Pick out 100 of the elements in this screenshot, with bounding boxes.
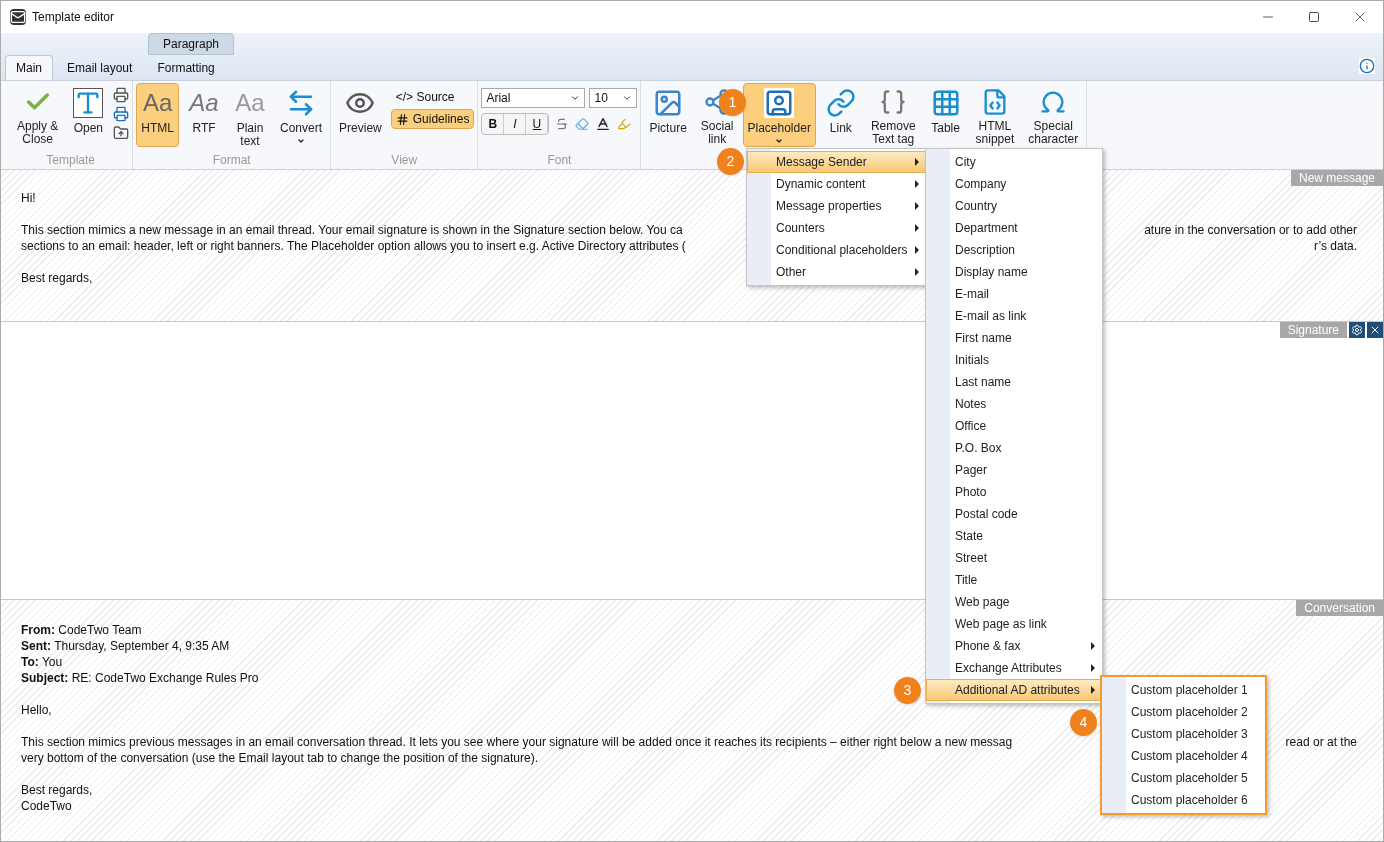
menu-item[interactable]: Exchange Attributes <box>926 657 1102 679</box>
ribbon-button[interactable]: Table <box>924 83 967 147</box>
body-text: r’s data. <box>1314 238 1357 254</box>
body-text: This section mimics previous messages in an email conversation thread. It lets you see where your signature will be added once it reaches its recipients – either right below a new messag <box>21 734 1013 750</box>
body-text: very bottom of the conversation (use the Email layout tab to change the position of the signature). <box>21 750 538 766</box>
font-select[interactable]: Arial <box>481 88 586 108</box>
menu-item[interactable]: Dynamic content <box>747 173 926 195</box>
picture-icon <box>653 88 684 118</box>
ribbon-button[interactable]: Special character <box>1023 83 1084 147</box>
view-toggle[interactable]: Guidelines <box>390 109 475 129</box>
window-title: Template editor <box>32 9 115 26</box>
body-text: ature in the conversation or to add other <box>1144 222 1357 238</box>
tab[interactable]: Email layout <box>56 55 144 80</box>
menu-item[interactable]: Postal code <box>926 503 1102 525</box>
tab[interactable]: Main <box>5 55 53 80</box>
group-label: Font <box>546 152 573 169</box>
menu-item[interactable]: P.O. Box <box>926 437 1102 459</box>
close-icon[interactable] <box>1367 322 1383 338</box>
menu-item[interactable]: Pager <box>926 459 1102 481</box>
menu-item[interactable]: E-mail <box>926 283 1102 305</box>
body-text: sections to an email: header, left or right banners. The Placeholder option allows you to insert e.g. Active Directory attributes ( <box>21 238 686 254</box>
ribbon-button[interactable]: Apply & Close <box>12 83 64 147</box>
menu-item[interactable]: Conditional placeholders <box>747 239 926 261</box>
menu-item[interactable]: Custom placeholder 4 <box>1102 745 1265 767</box>
menu-item[interactable]: Phone & fax <box>926 635 1102 657</box>
ribbon-button[interactable]: Placeholder <box>742 83 816 147</box>
menu-item[interactable]: Last name <box>926 371 1102 393</box>
format-glyph: Aa <box>189 88 219 118</box>
format-glyph: Aa <box>143 88 173 118</box>
app-icon <box>10 9 26 25</box>
body-text: Hello, <box>21 702 52 718</box>
menu-item[interactable]: Notes <box>926 393 1102 415</box>
menu-item[interactable]: Custom placeholder 5 <box>1102 767 1265 789</box>
menu-item[interactable]: Message Sender <box>747 151 926 173</box>
menu-item[interactable]: Custom placeholder 6 <box>1102 789 1265 811</box>
ribbon-button[interactable]: Remove Text tag <box>865 83 921 147</box>
menu-item[interactable]: Custom placeholder 2 <box>1102 701 1265 723</box>
header-line: To: You <box>21 654 63 670</box>
header-line: Subject: RE: CodeTwo Exchange Rules Pro <box>21 670 259 686</box>
document-icon <box>73 88 104 118</box>
ribbon-button[interactable]: Convert <box>275 83 328 147</box>
group-label: Format <box>211 152 252 169</box>
menu-item[interactable]: Office <box>926 415 1102 437</box>
body-text: Best regards, <box>21 782 93 798</box>
grid-icon <box>395 112 409 126</box>
ribbon-button[interactable]: Aa Plain text <box>229 83 272 147</box>
menu-item[interactable]: Initials <box>926 349 1102 371</box>
format-button[interactable]: U <box>526 114 549 134</box>
header-line: Sent: Thursday, September 4, 9:35 AM <box>21 638 230 654</box>
menu-item[interactable]: Message properties <box>747 195 926 217</box>
caret-icon <box>570 93 581 103</box>
person-card-icon <box>764 88 795 118</box>
menu-item[interactable]: Web page <box>926 591 1102 613</box>
strikethrough-icon[interactable] <box>555 117 570 131</box>
format-button[interactable]: B <box>482 114 505 134</box>
menu-item[interactable]: E-mail as link <box>926 305 1102 327</box>
menu-item[interactable]: Counters <box>747 217 926 239</box>
ribbon-button[interactable]: Open <box>67 83 110 147</box>
format-button[interactable]: I <box>504 114 527 134</box>
menu-item[interactable]: Custom placeholder 1 <box>1102 679 1265 701</box>
maximize-icon[interactable] <box>1308 11 1320 23</box>
section-tag: Signature <box>1279 322 1347 338</box>
ribbon-button[interactable]: Picture <box>644 83 692 147</box>
section-tag: New message <box>1290 170 1383 186</box>
menu-item[interactable]: Display name <box>926 261 1102 283</box>
body-text: read or at the <box>1285 734 1357 750</box>
font-color-icon[interactable] <box>595 116 612 132</box>
link-icon <box>825 88 856 118</box>
ribbon-button[interactable]: Preview <box>334 83 387 147</box>
menu-item[interactable]: Additional AD attributes <box>926 679 1102 701</box>
menu-item[interactable]: Photo <box>926 481 1102 503</box>
section-tag: Conversation <box>1296 600 1383 616</box>
menu-item[interactable]: Country <box>926 195 1102 217</box>
menu-item[interactable]: State <box>926 525 1102 547</box>
group-label: View <box>390 152 419 169</box>
menu-item[interactable]: City <box>926 151 1102 173</box>
ribbon-button[interactable]: Aa RTF <box>183 83 226 147</box>
format-glyph: Aa <box>235 88 265 118</box>
menu-item[interactable]: Other <box>747 261 926 283</box>
folder-upload-icon[interactable] <box>113 125 130 141</box>
info-icon[interactable] <box>1359 58 1375 74</box>
ribbon-button[interactable]: Aa HTML <box>136 83 180 147</box>
size-select[interactable]: 10 <box>589 88 638 108</box>
menu-item[interactable]: Street <box>926 547 1102 569</box>
group-label: Template <box>45 152 97 169</box>
menu-item[interactable]: Web page as link <box>926 613 1102 635</box>
settings-icon[interactable] <box>1349 322 1365 338</box>
menu-item[interactable]: Company <box>926 173 1102 195</box>
menu-item[interactable]: Description <box>926 239 1102 261</box>
tab[interactable]: Formatting <box>146 55 226 80</box>
menu-item[interactable]: Custom placeholder 3 <box>1102 723 1265 745</box>
ribbon-button[interactable]: HTML snippet <box>970 83 1020 147</box>
menu-item[interactable]: Title <box>926 569 1102 591</box>
header-line: From: CodeTwo Team <box>21 622 142 638</box>
menu-item[interactable]: First name <box>926 327 1102 349</box>
body-text: Hi! <box>21 190 36 206</box>
view-toggle[interactable]: </> Source <box>390 87 475 107</box>
body-text: CodeTwo <box>21 798 72 814</box>
menu-item[interactable]: Department <box>926 217 1102 239</box>
ribbon-button[interactable]: Link <box>819 83 862 147</box>
